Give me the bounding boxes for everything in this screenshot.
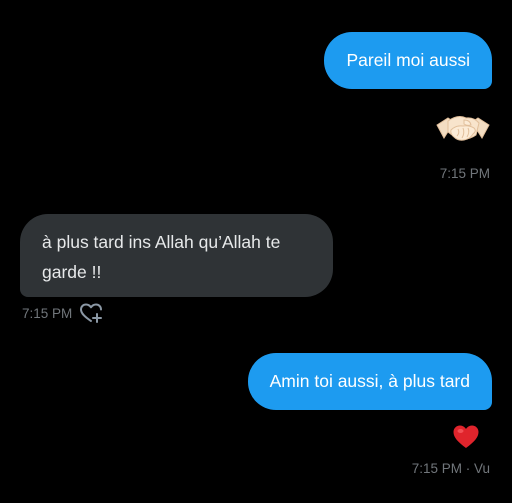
outgoing-message-bubble[interactable]: Pareil moi aussi (324, 32, 492, 89)
handshake-icon[interactable] (436, 108, 490, 152)
message-timestamp: 7:15 PM (439, 166, 490, 181)
add-reaction-heart-icon[interactable] (79, 302, 103, 324)
message-timestamp-seen: 7:15 PM · Vu (411, 461, 490, 476)
incoming-message-bubble[interactable]: à plus tard ins Allah qu’Allah te garde … (20, 214, 333, 297)
red-heart-icon[interactable] (452, 424, 480, 450)
outgoing-message-bubble[interactable]: Amin toi aussi, à plus tard (247, 353, 492, 410)
message-timestamp: 7:15 PM (22, 306, 73, 321)
